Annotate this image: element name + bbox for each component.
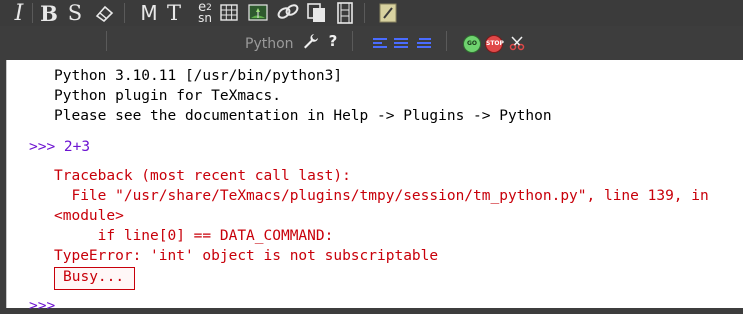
image-icon[interactable]	[248, 4, 268, 21]
stop-icon[interactable]: STOP	[485, 35, 504, 53]
document-area[interactable]: Python 3.10.11 [/usr/bin/python3] Python…	[6, 60, 743, 314]
format-toolbar: I B S M T e 2 sn	[0, 0, 743, 26]
banner-line-1: Python 3.10.11 [/usr/bin/python3]	[54, 68, 343, 84]
busy-status-badge: Busy...	[54, 267, 135, 290]
go-icon[interactable]: GO	[463, 35, 481, 53]
error-line-1: Traceback (most recent call last):	[54, 168, 351, 184]
strike-icon[interactable]: S	[66, 0, 84, 26]
banner-line-2: Python plugin for TeXmacs.	[54, 88, 281, 104]
fraction-bottom: sn	[198, 11, 212, 25]
session-toolbar: + + × × Python ? GO STOP	[0, 26, 743, 77]
align-right-icon[interactable]	[417, 36, 431, 50]
plugin-name-label: Python	[245, 36, 294, 52]
error-line-5: TypeError: 'int' object is not subscript…	[54, 248, 439, 264]
help-icon[interactable]: ?	[324, 32, 342, 50]
wrench-icon[interactable]	[302, 32, 320, 50]
error-line-2: File "/usr/share/TeXmacs/plugins/tmpy/se…	[54, 188, 709, 204]
toolbar-separator	[106, 31, 107, 51]
film-icon[interactable]	[336, 2, 354, 24]
table-icon[interactable]	[220, 4, 238, 21]
scissors-icon[interactable]	[508, 34, 526, 52]
math-icon[interactable]: M	[138, 0, 160, 26]
italic-icon[interactable]: I	[8, 0, 30, 26]
bold-icon[interactable]: B	[40, 0, 58, 26]
toolbar-separator	[124, 3, 125, 23]
session-body: Python 3.10.11 [/usr/bin/python3] Python…	[6, 60, 743, 314]
error-line-4: if line[0] == DATA_COMMAND:	[54, 228, 334, 244]
toolbar-separator	[352, 31, 353, 51]
busy-status-text: Busy...	[63, 269, 125, 285]
link-icon[interactable]	[276, 2, 300, 22]
toolbar-separator	[364, 3, 365, 23]
next-input-prompt[interactable]: >>>	[29, 298, 64, 314]
eraser-icon[interactable]	[92, 0, 116, 26]
align-center-icon[interactable]	[394, 36, 408, 50]
align-left-icon[interactable]	[373, 36, 387, 50]
copy-icon[interactable]	[306, 2, 328, 24]
error-line-3: <module>	[54, 208, 124, 224]
banner-line-3: Please see the documentation in Help -> …	[54, 108, 552, 124]
text-icon[interactable]: T	[164, 0, 184, 26]
fraction-icon[interactable]: e 2 sn	[194, 0, 216, 26]
toolbar-separator	[446, 31, 447, 51]
input-prompt[interactable]: >>> 2+3	[29, 139, 90, 155]
note-icon[interactable]	[378, 2, 398, 24]
toolbar-separator	[32, 3, 33, 23]
